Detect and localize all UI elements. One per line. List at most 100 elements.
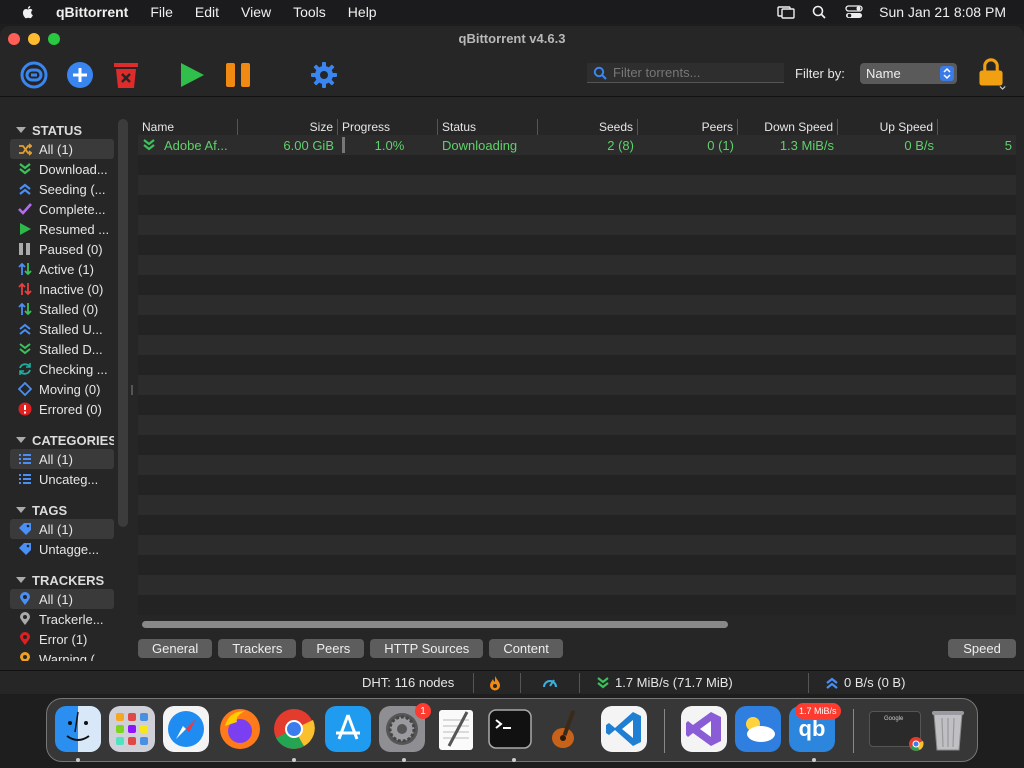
launchpad-icon[interactable] [109,706,155,752]
tracker-filter-label: Error (1) [39,631,88,647]
download-speed-status[interactable]: 1.7 MiB/s (71.7 MiB) [596,675,733,690]
tracker-filter-item[interactable]: Trackerle... [10,609,114,629]
category-filter-item[interactable]: All (1) [10,449,114,469]
terminal-icon[interactable] [487,706,533,752]
visual-studio-icon[interactable] [681,706,727,752]
app-store-icon[interactable] [325,706,371,752]
tags-section-header[interactable]: TAGS [10,501,114,519]
status-filter-item[interactable]: Complete... [10,199,114,219]
menu-edit[interactable]: Edit [195,4,219,20]
column-header-seeds[interactable]: Seeds [538,119,638,135]
trackers-section-header[interactable]: TRACKERS [10,571,114,589]
column-header-progress[interactable]: Progress [338,119,438,135]
torrent-progress-cell: 1.0% [338,137,438,153]
tab-general[interactable]: General [138,639,213,658]
status-filter-item[interactable]: Seeding (... [10,179,114,199]
add-torrent-file-button[interactable] [65,60,95,90]
textedit-icon[interactable] [433,706,479,752]
minimized-window-preview[interactable]: Google [869,711,924,751]
status-filter-item[interactable]: Paused (0) [10,239,114,259]
horizontal-scroll-thumb[interactable] [142,621,728,628]
status-filter-item[interactable]: All (1) [10,139,114,159]
column-header-name[interactable]: Name [138,119,238,135]
category-filter-label: Uncateg... [39,471,99,487]
delete-torrent-button[interactable] [111,60,141,90]
filter-torrents-field[interactable] [587,63,784,83]
finder-icon[interactable] [55,706,101,752]
sidebar-scrollbar[interactable] [118,119,128,527]
spotlight-search-icon[interactable] [811,5,829,19]
status-filter-item[interactable]: Active (1) [10,259,114,279]
tab-peers[interactable]: Peers [302,639,365,658]
column-header-extra[interactable] [938,119,1016,135]
filter-by-select[interactable]: Name [860,63,957,84]
progress-bar [342,137,345,153]
column-header-peers[interactable]: Peers [638,119,738,135]
tracker-filter-item[interactable]: Error (1) [10,629,114,649]
torrent-progress: 1.0% [374,137,405,153]
filter-by-value: Name [866,66,901,81]
pause-button[interactable] [223,60,253,90]
garageband-icon[interactable] [541,706,587,752]
column-header-status[interactable]: Status [438,119,538,135]
status-filter-label: Active (1) [39,261,94,277]
menu-file[interactable]: File [150,4,173,20]
status-filter-item[interactable]: Errored (0) [10,399,114,419]
category-filter-item[interactable]: Uncateg... [10,469,114,489]
status-filter-item[interactable]: Resumed ... [10,219,114,239]
status-filter-item[interactable]: Stalled U... [10,319,114,339]
splitter-handle[interactable] [131,385,133,395]
apple-icon[interactable] [20,4,36,20]
empty-table-row [138,255,1016,275]
column-header-up-speed[interactable]: Up Speed [838,119,938,135]
empty-table-row [138,315,1016,335]
upload-speed-status[interactable]: 0 B/s (0 B) [825,675,905,690]
menu-help[interactable]: Help [348,4,377,20]
download-speed-text: 1.7 MiB/s (71.7 MiB) [615,675,733,690]
status-filter-item[interactable]: Moving (0) [10,379,114,399]
weather-icon[interactable] [735,706,781,752]
column-header-down-speed[interactable]: Down Speed [738,119,838,135]
safari-icon[interactable] [163,706,209,752]
empty-table-row [138,575,1016,595]
chrome-icon[interactable] [271,706,317,752]
trash-icon[interactable] [925,706,971,752]
firefox-icon[interactable] [217,706,263,752]
connection-status-icon[interactable] [488,675,502,691]
tracker-filter-item[interactable]: Warning (... [10,649,114,661]
status-filter-item[interactable]: Checking ... [10,359,114,379]
menu-view[interactable]: View [241,4,271,20]
options-gear-icon[interactable] [309,60,339,90]
resume-button[interactable] [177,60,207,90]
status-filter-item[interactable]: Download... [10,159,114,179]
status-filter-item[interactable]: Inactive (0) [10,279,114,299]
list-icon [19,474,31,484]
tab-content[interactable]: Content [489,639,563,658]
add-torrent-link-button[interactable] [19,60,49,90]
menu-app-name[interactable]: qBittorrent [56,4,128,20]
torrent-row[interactable]: Adobe Af... 6.00 GiB 1.0% Downloading 2 … [138,135,1016,155]
categories-section-header[interactable]: CATEGORIES [10,431,114,449]
status-filter-item[interactable]: Stalled D... [10,339,114,359]
dht-nodes-status: DHT: 116 nodes [362,675,455,690]
pin-icon [20,652,30,661]
alt-speed-limits-icon[interactable] [542,675,558,691]
tab-speed[interactable]: Speed [948,639,1016,658]
pin-icon [20,592,30,605]
tag-filter-item[interactable]: Untagge... [10,539,114,559]
visual-studio-code-icon[interactable] [601,706,647,752]
filter-torrents-input[interactable] [613,65,783,80]
tag-filter-item[interactable]: All (1) [10,519,114,539]
tracker-filter-item[interactable]: All (1) [10,589,114,609]
lock-icon[interactable] [975,58,1007,90]
menu-clock[interactable]: Sun Jan 21 8:08 PM [879,4,1006,20]
tab-trackers[interactable]: Trackers [218,639,297,658]
tab-http-sources[interactable]: HTTP Sources [370,639,484,658]
screen-mirroring-icon[interactable] [777,5,795,19]
status-section-header[interactable]: STATUS [10,121,114,139]
empty-table-row [138,195,1016,215]
column-header-size[interactable]: Size [238,119,338,135]
status-filter-item[interactable]: Stalled (0) [10,299,114,319]
menu-tools[interactable]: Tools [293,4,326,20]
control-center-icon[interactable] [845,5,863,19]
